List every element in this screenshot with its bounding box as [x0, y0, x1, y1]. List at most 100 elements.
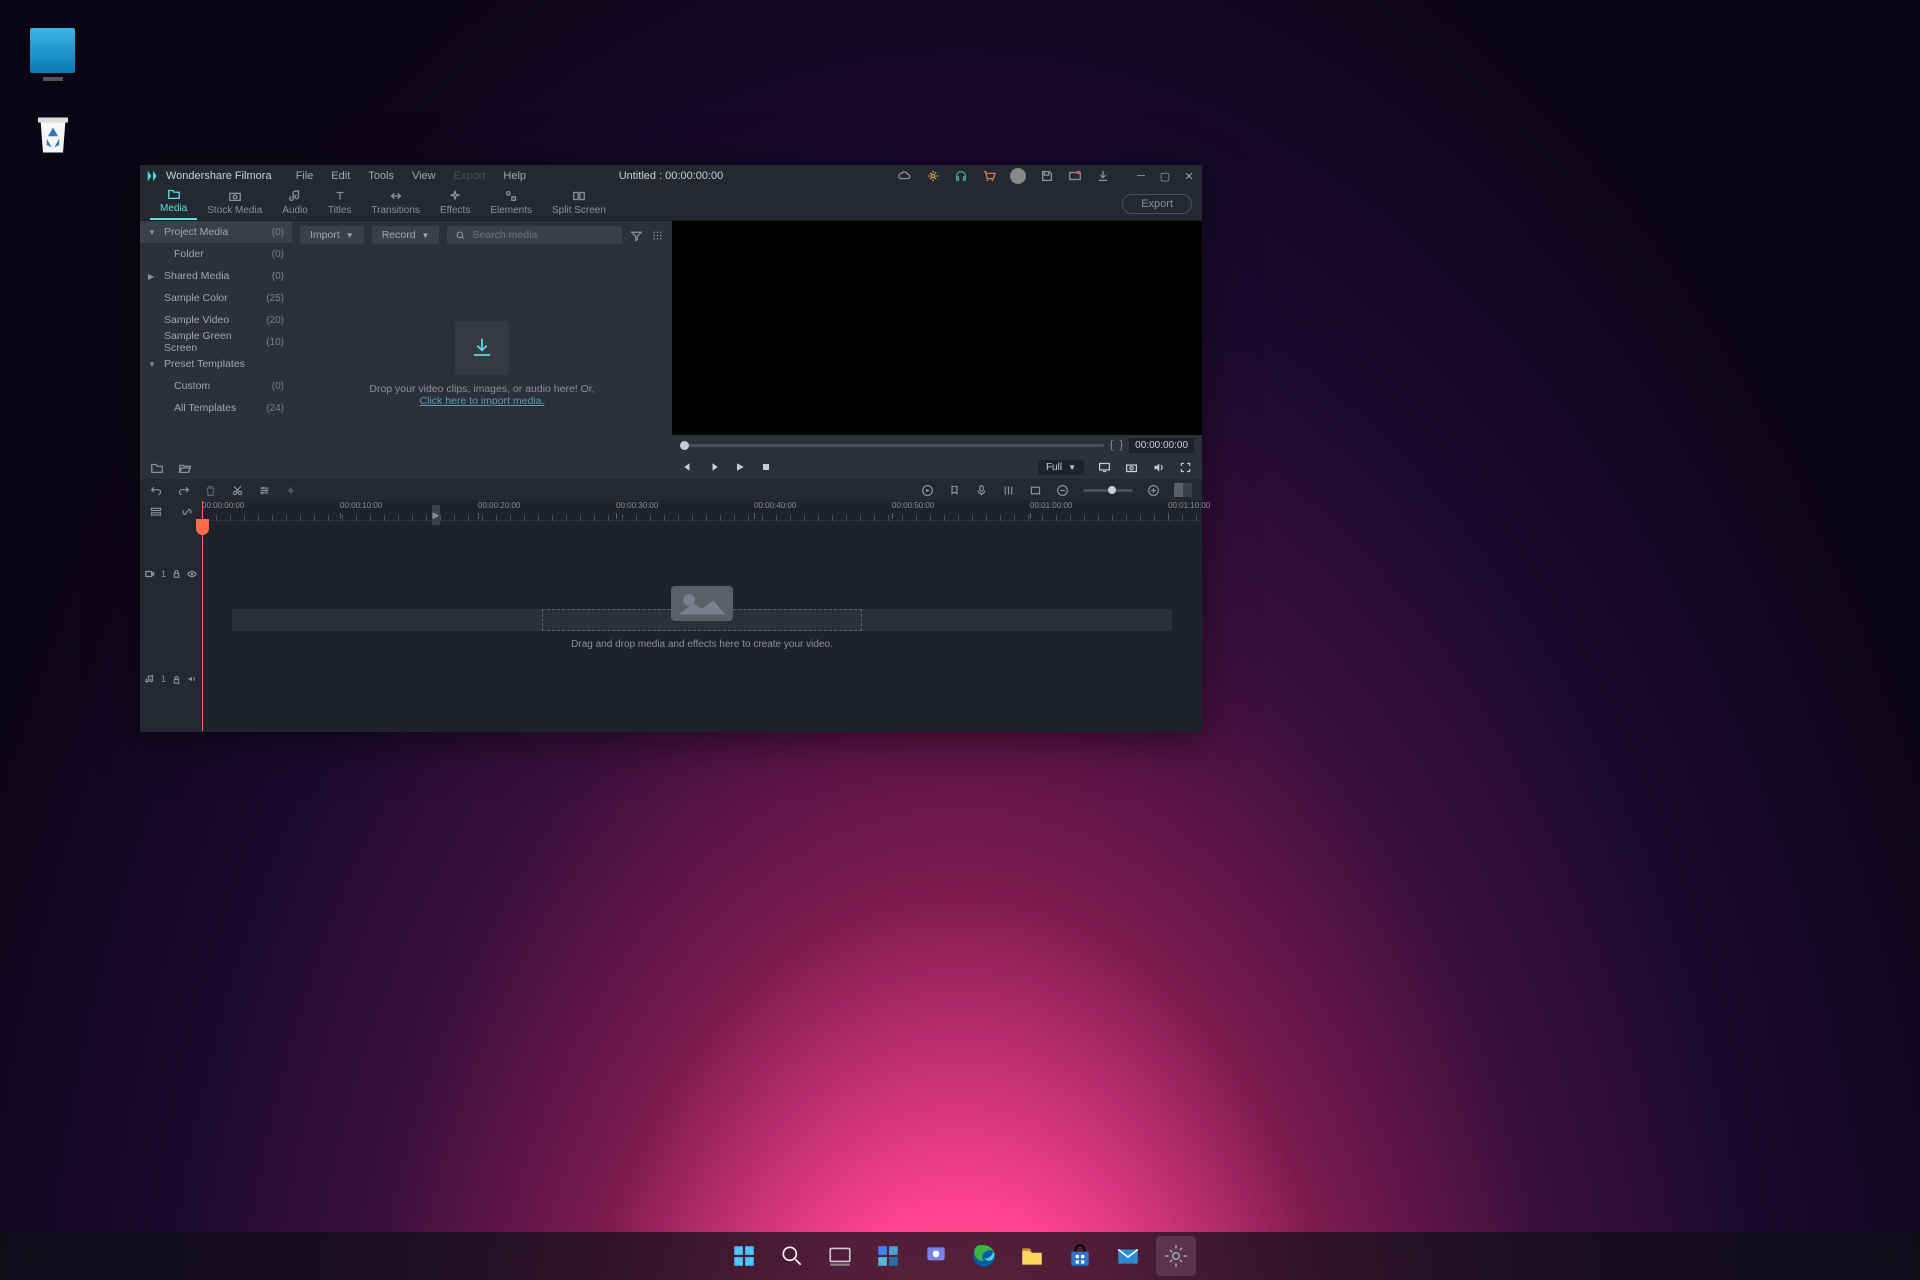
desktop-icon-this-pc[interactable]: [30, 28, 75, 73]
save-icon[interactable]: [1040, 169, 1054, 183]
export-button[interactable]: Export: [1122, 194, 1192, 214]
zoom-out-icon[interactable]: [1056, 484, 1069, 497]
minimize-button[interactable]: ─: [1134, 169, 1148, 183]
sidebar-item[interactable]: All Templates(24): [140, 397, 292, 419]
video-track-header[interactable]: 1: [140, 521, 202, 627]
menu-file[interactable]: File: [296, 170, 314, 182]
undo-icon[interactable]: [150, 484, 163, 497]
filter-icon[interactable]: [630, 229, 643, 242]
menu-edit[interactable]: Edit: [331, 170, 350, 182]
link-icon[interactable]: [181, 506, 193, 518]
playhead[interactable]: [202, 501, 203, 731]
timeline-drop-text: Drag and drop media and effects here to …: [571, 639, 833, 650]
sidebar-item[interactable]: ▼Preset Templates: [140, 353, 292, 375]
fullscreen-icon[interactable]: [1179, 461, 1192, 474]
sidebar-item[interactable]: Folder(0): [140, 243, 292, 265]
tab-media[interactable]: Media: [150, 187, 197, 220]
taskbar-widgets[interactable]: [868, 1236, 908, 1276]
app-window: Wondershare Filmora File Edit Tools View…: [140, 165, 1202, 732]
sidebar-item[interactable]: ▶Shared Media(0): [140, 265, 292, 287]
preview-video[interactable]: [672, 221, 1202, 435]
maximize-button[interactable]: ▢: [1158, 169, 1172, 183]
taskbar-store[interactable]: [1060, 1236, 1100, 1276]
marker-icon[interactable]: [948, 484, 961, 497]
eye-icon[interactable]: [187, 569, 197, 579]
zoom-in-icon[interactable]: [1147, 484, 1160, 497]
taskbar-explorer[interactable]: [1012, 1236, 1052, 1276]
timeline-ruler[interactable]: 00:00:00:0000:00:10:0000:00:20:0000:00:3…: [202, 501, 1202, 521]
tab-titles[interactable]: Titles: [318, 189, 362, 220]
sidebar-item[interactable]: Custom(0): [140, 375, 292, 397]
mark-out-icon[interactable]: }: [1119, 439, 1123, 451]
menu-help[interactable]: Help: [503, 170, 526, 182]
tab-elements[interactable]: Elements: [480, 189, 542, 220]
close-button[interactable]: ✕: [1182, 169, 1196, 183]
stop-icon[interactable]: [760, 461, 772, 473]
folder-open-icon[interactable]: [178, 461, 192, 475]
taskbar-search[interactable]: [772, 1236, 812, 1276]
manage-tracks-icon[interactable]: [150, 506, 162, 518]
user-avatar-icon[interactable]: [1010, 168, 1026, 184]
sidebar-item[interactable]: Sample Green Screen(10): [140, 331, 292, 353]
menu-export: Export: [454, 170, 486, 182]
new-folder-icon[interactable]: [150, 461, 164, 475]
snapshot-icon[interactable]: [1125, 461, 1138, 474]
audio-wave-icon[interactable]: [285, 484, 298, 497]
desktop-icon-recycle-bin[interactable]: [30, 110, 75, 155]
sidebar-item[interactable]: Sample Video(20): [140, 309, 292, 331]
cut-icon[interactable]: [231, 484, 244, 497]
mixer-icon[interactable]: [1002, 484, 1015, 497]
settings-gear-icon[interactable]: [926, 169, 940, 183]
zoom-fit-icon[interactable]: [1174, 483, 1192, 497]
tab-transitions[interactable]: Transitions: [361, 189, 430, 220]
voiceover-icon[interactable]: [975, 484, 988, 497]
media-drop-zone[interactable]: Drop your video clips, images, or audio …: [292, 249, 672, 479]
taskbar-settings[interactable]: [1156, 1236, 1196, 1276]
grid-view-icon[interactable]: [651, 229, 664, 242]
taskbar-mail[interactable]: [1108, 1236, 1148, 1276]
render-preview-icon[interactable]: [921, 484, 934, 497]
headphones-icon[interactable]: [954, 169, 968, 183]
mute-icon[interactable]: [187, 674, 197, 684]
mark-in-icon[interactable]: {: [1110, 439, 1114, 451]
volume-icon[interactable]: [1152, 461, 1165, 474]
redo-icon[interactable]: [177, 484, 190, 497]
tab-audio[interactable]: Audio: [272, 189, 318, 220]
menu-tools[interactable]: Tools: [368, 170, 394, 182]
taskbar-chat[interactable]: [916, 1236, 956, 1276]
tab-stock-media[interactable]: Stock Media: [197, 189, 272, 220]
download-icon[interactable]: [1096, 169, 1110, 183]
tab-effects[interactable]: Effects: [430, 189, 480, 220]
taskbar-task-view[interactable]: [820, 1236, 860, 1276]
import-media-button[interactable]: [455, 321, 509, 375]
taskbar-start[interactable]: [724, 1236, 764, 1276]
panel-expand-handle[interactable]: ▶: [432, 505, 440, 525]
sidebar-item[interactable]: ▼Project Media(0): [140, 221, 292, 243]
adjust-icon[interactable]: [258, 484, 271, 497]
prev-frame-icon[interactable]: [682, 461, 694, 473]
preview-quality-select[interactable]: Full▼: [1038, 460, 1084, 475]
zoom-slider[interactable]: [1083, 489, 1133, 492]
lock-icon[interactable]: [172, 569, 181, 578]
audio-track-header[interactable]: 1: [140, 627, 202, 733]
cart-icon[interactable]: [982, 169, 996, 183]
cloud-icon[interactable]: [898, 169, 912, 183]
next-frame-icon[interactable]: [708, 461, 720, 473]
menu-view[interactable]: View: [412, 170, 436, 182]
preview-scrubber[interactable]: [680, 444, 1104, 447]
crop-icon[interactable]: [1029, 484, 1042, 497]
display-icon[interactable]: [1098, 461, 1111, 474]
import-dropdown[interactable]: Import▼: [300, 226, 364, 244]
lock-icon[interactable]: [172, 675, 181, 684]
music-icon: [288, 189, 302, 203]
import-link[interactable]: Click here to import media.: [369, 395, 594, 407]
sidebar-item[interactable]: Sample Color(25): [140, 287, 292, 309]
message-icon[interactable]: [1068, 169, 1082, 183]
taskbar-edge[interactable]: [964, 1236, 1004, 1276]
play-icon[interactable]: [734, 461, 746, 473]
tab-split-screen[interactable]: Split Screen: [542, 189, 616, 220]
delete-icon[interactable]: [204, 484, 217, 497]
record-dropdown[interactable]: Record▼: [372, 226, 440, 244]
timeline-body[interactable]: 00:00:00:0000:00:10:0000:00:20:0000:00:3…: [202, 501, 1202, 732]
search-media-input[interactable]: [447, 226, 622, 244]
